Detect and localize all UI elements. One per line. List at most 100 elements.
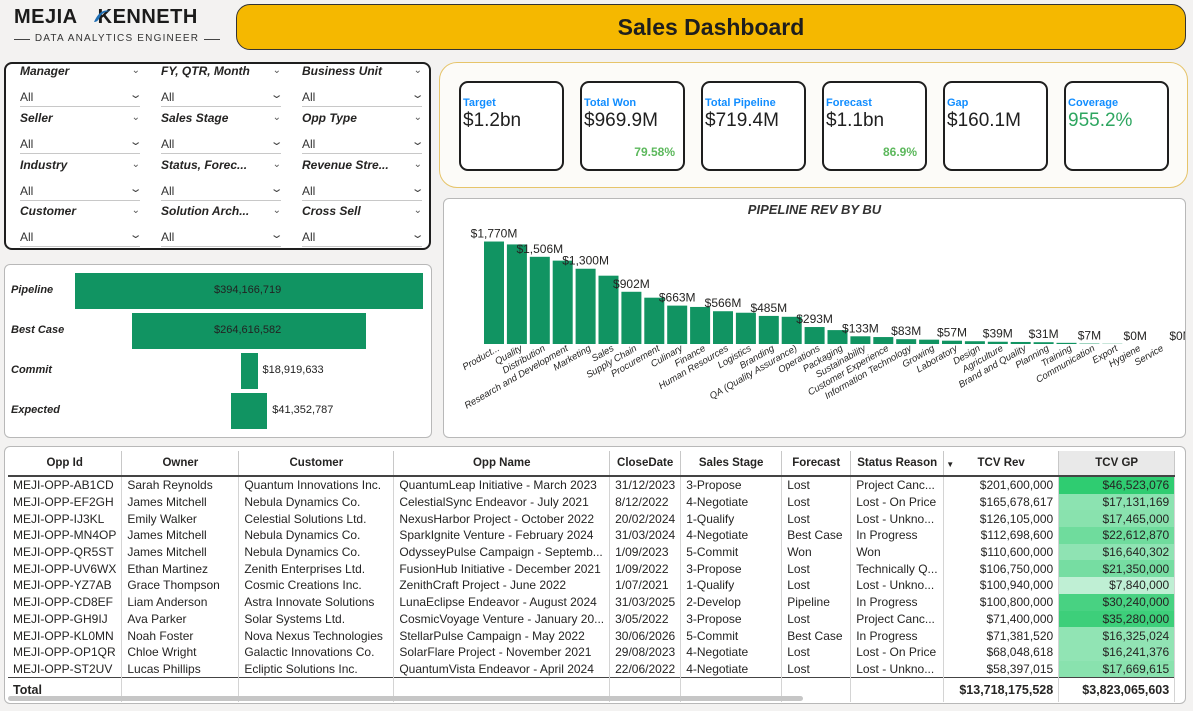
horizontal-scrollbar[interactable] bbox=[8, 696, 803, 701]
table-row[interactable]: MEJI-OPP-EF2GH James Mitchell Nebula Dynam… bbox=[8, 493, 1176, 511]
funnel-row[interactable]: Expected $41,352,787 bbox=[5, 393, 431, 429]
funnel-row[interactable]: Pipeline $394,166,719 bbox=[5, 273, 431, 309]
dropdown-chevron-icon[interactable]: ⌄ bbox=[410, 88, 424, 101]
filter-value[interactable]: All bbox=[302, 184, 315, 198]
data-label: $566M bbox=[705, 296, 742, 310]
chevron-down-icon[interactable]: ⌄ bbox=[273, 112, 281, 123]
filter-fy-qtr-month[interactable]: FY, QTR, Month ⌄ All ⌄ bbox=[161, 64, 283, 110]
filter-value[interactable]: All bbox=[20, 137, 33, 151]
chevron-down-icon[interactable]: ⌄ bbox=[132, 205, 140, 216]
filter-value[interactable]: All bbox=[302, 90, 315, 104]
bar-1[interactable] bbox=[506, 244, 527, 344]
dropdown-chevron-icon[interactable]: ⌄ bbox=[128, 88, 142, 101]
chevron-down-icon[interactable]: ⌄ bbox=[414, 112, 422, 123]
column-header-status-reason[interactable]: Status Reason bbox=[850, 451, 945, 477]
dropdown-chevron-icon[interactable]: ⌄ bbox=[410, 182, 424, 195]
kpi-card-target[interactable]: Target $1.2bn bbox=[459, 81, 564, 171]
column-header-sales-stage[interactable]: Sales Stage bbox=[680, 451, 783, 477]
table-row[interactable]: MEJI-OPP-IJ3KL Emily Walker Celestial Solu… bbox=[8, 510, 1176, 528]
table-row[interactable]: MEJI-OPP-MN4OP James Mitchell Nebula Dynam… bbox=[8, 527, 1176, 544]
kpi-card-total-pipeline[interactable]: Total Pipeline $719.4M bbox=[701, 81, 806, 171]
kpi-card-gap[interactable]: Gap $160.1M bbox=[943, 81, 1048, 171]
bar-0[interactable] bbox=[484, 241, 504, 344]
sort-desc-icon[interactable]: ▼ bbox=[946, 460, 954, 469]
chevron-down-icon[interactable]: ⌄ bbox=[273, 205, 281, 216]
dropdown-chevron-icon[interactable]: ⌄ bbox=[269, 135, 283, 148]
table-row[interactable]: MEJI-OPP-ST2UV Lucas Phillips Ecliptic Sol… bbox=[8, 660, 1176, 678]
bar-11[interactable] bbox=[735, 312, 756, 344]
filter-value[interactable]: All bbox=[161, 184, 174, 198]
kpi-card-total-won[interactable]: Total Won $969.9M 79.58% bbox=[580, 81, 685, 171]
funnel-bar[interactable] bbox=[240, 353, 258, 389]
bar-9[interactable] bbox=[690, 306, 711, 344]
dropdown-chevron-icon[interactable]: ⌄ bbox=[410, 228, 424, 241]
filter-value[interactable]: All bbox=[302, 137, 315, 151]
dropdown-chevron-icon[interactable]: ⌄ bbox=[128, 135, 142, 148]
column-header-tcv-gp[interactable]: TCV GP bbox=[1058, 451, 1176, 477]
table-row[interactable]: MEJI-OPP-QR5ST James Mitchell Nebula Dynam… bbox=[8, 543, 1176, 561]
bar-12[interactable] bbox=[758, 315, 779, 344]
chevron-down-icon[interactable]: ⌄ bbox=[414, 65, 422, 76]
bar-2[interactable] bbox=[529, 256, 550, 344]
filter-seller[interactable]: Seller ⌄ All ⌄ bbox=[20, 111, 142, 157]
kpi-card-forecast[interactable]: Forecast $1.1bn 86.9% bbox=[822, 81, 927, 171]
filter-revenue-stre[interactable]: Revenue Stre... ⌄ All ⌄ bbox=[302, 158, 424, 204]
funnel-bar[interactable] bbox=[230, 393, 268, 429]
dropdown-chevron-icon[interactable]: ⌄ bbox=[128, 228, 142, 241]
dropdown-chevron-icon[interactable]: ⌄ bbox=[269, 182, 283, 195]
filter-value[interactable]: All bbox=[161, 137, 174, 151]
chevron-down-icon[interactable]: ⌄ bbox=[414, 159, 422, 170]
table-row[interactable]: MEJI-OPP-UV6WX Ethan Martinez Zenith Enter… bbox=[8, 560, 1176, 578]
funnel-row[interactable]: Best Case $264,616,582 bbox=[5, 313, 431, 349]
column-header-closedate[interactable]: CloseDate bbox=[609, 451, 682, 477]
chevron-down-icon[interactable]: ⌄ bbox=[132, 112, 140, 123]
column-header-opp-name[interactable]: Opp Name bbox=[393, 451, 611, 477]
bar-14[interactable] bbox=[804, 327, 825, 344]
filter-sales-stage[interactable]: Sales Stage ⌄ All ⌄ bbox=[161, 111, 283, 157]
filter-opp-type[interactable]: Opp Type ⌄ All ⌄ bbox=[302, 111, 424, 157]
filter-manager[interactable]: Manager ⌄ All ⌄ bbox=[20, 64, 142, 110]
filter-value[interactable]: All bbox=[20, 184, 33, 198]
bar-8[interactable] bbox=[667, 305, 688, 344]
table-row[interactable]: MEJI-OPP-AB1CD Sarah Reynolds Quantum Inno… bbox=[8, 476, 1176, 494]
filter-business-unit[interactable]: Business Unit ⌄ All ⌄ bbox=[302, 64, 424, 110]
column-header-customer[interactable]: Customer bbox=[238, 451, 395, 477]
filter-industry[interactable]: Industry ⌄ All ⌄ bbox=[20, 158, 142, 204]
table-row[interactable]: MEJI-OPP-YZ7AB Grace Thompson Cosmic Creat… bbox=[8, 577, 1176, 594]
kpi-card-coverage[interactable]: Coverage 955.2% bbox=[1064, 81, 1169, 171]
bar-4[interactable] bbox=[575, 268, 596, 344]
filter-cross-sell[interactable]: Cross Sell ⌄ All ⌄ bbox=[302, 204, 424, 250]
funnel-row[interactable]: Commit $18,919,633 bbox=[5, 353, 431, 389]
chevron-down-icon[interactable]: ⌄ bbox=[273, 159, 281, 170]
dropdown-chevron-icon[interactable]: ⌄ bbox=[128, 182, 142, 195]
chevron-down-icon[interactable]: ⌄ bbox=[273, 65, 281, 76]
table-row[interactable]: MEJI-OPP-CD8EF Liam Anderson Astra Innovat… bbox=[8, 593, 1176, 611]
table-row[interactable]: MEJI-OPP-GH9IJ Ava Parker Solar Systems Lt… bbox=[8, 610, 1176, 628]
filter-customer[interactable]: Customer ⌄ All ⌄ bbox=[20, 204, 142, 250]
filter-value[interactable]: All bbox=[161, 230, 174, 244]
dropdown-chevron-icon[interactable]: ⌄ bbox=[410, 135, 424, 148]
filter-solution-arch[interactable]: Solution Arch... ⌄ All ⌄ bbox=[161, 204, 283, 250]
column-header-opp-id[interactable]: Opp Id bbox=[8, 451, 123, 477]
column-header-forecast[interactable]: Forecast bbox=[781, 451, 852, 477]
bar-3[interactable] bbox=[552, 260, 573, 344]
bar-16[interactable] bbox=[850, 336, 871, 344]
table-row[interactable]: MEJI-OPP-OP1QR Chloe Wright Galactic Innov… bbox=[8, 643, 1176, 661]
column-header-tcv-rev[interactable]: TCV Rev ▼ bbox=[943, 451, 1060, 477]
filter-value[interactable]: All bbox=[20, 230, 33, 244]
filter-value[interactable]: All bbox=[20, 90, 33, 104]
column-header-owner[interactable]: Owner bbox=[121, 451, 240, 477]
table-row[interactable]: MEJI-OPP-KL0MN Noah Foster Nova Nexus Tech… bbox=[8, 627, 1176, 644]
bar-7[interactable] bbox=[644, 297, 665, 344]
data-label: $902M bbox=[613, 277, 650, 291]
chevron-down-icon[interactable]: ⌄ bbox=[414, 205, 422, 216]
bar-6[interactable] bbox=[621, 291, 642, 344]
chevron-down-icon[interactable]: ⌄ bbox=[132, 65, 140, 76]
dropdown-chevron-icon[interactable]: ⌄ bbox=[269, 88, 283, 101]
dropdown-chevron-icon[interactable]: ⌄ bbox=[269, 228, 283, 241]
chevron-down-icon[interactable]: ⌄ bbox=[132, 159, 140, 170]
filter-value[interactable]: All bbox=[302, 230, 315, 244]
bar-10[interactable] bbox=[713, 311, 733, 344]
filter-value[interactable]: All bbox=[161, 90, 174, 104]
filter-status-forec[interactable]: Status, Forec... ⌄ All ⌄ bbox=[161, 158, 283, 204]
